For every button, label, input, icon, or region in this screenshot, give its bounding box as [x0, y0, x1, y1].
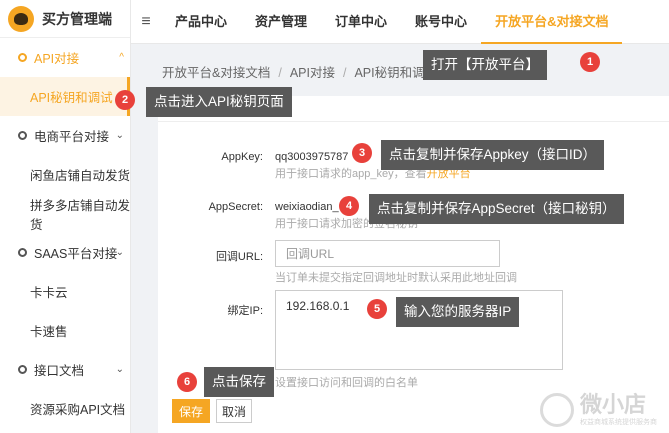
sidebar-item-label: 接口文档 [34, 364, 85, 378]
bind-ip-label: 绑定IP: [227, 305, 263, 317]
step-badge-2: 2 [115, 90, 135, 110]
breadcrumb-item[interactable]: 开放平台&对接文档 [162, 66, 270, 80]
appkey-value[interactable]: qq3003975787 [275, 151, 348, 163]
sidebar-item-api[interactable]: API对接 ^ [0, 38, 130, 77]
chevron-down-icon: ⌄ [115, 130, 124, 141]
sidebar-item-label: 卡速售 [30, 325, 68, 339]
breadcrumb-separator: / [278, 66, 282, 80]
sidebar-item-pinduoduo[interactable]: 拼多多店铺自动发货 [0, 194, 130, 233]
sidebar-item-label: API对接 [34, 52, 80, 66]
sidebar-item-api-key[interactable]: API秘钥和调试 [0, 77, 130, 116]
watermark-subtitle: 权益商城系统提供服务商 [580, 419, 657, 426]
tab-products[interactable]: 产品中心 [161, 0, 241, 44]
watermark-logo-icon [540, 393, 574, 427]
sidebar: 买方管理端 API对接 ^ API秘钥和调试 电商平台对接 ⌄ 闲鱼店铺自动发货… [0, 0, 131, 433]
sidebar-item-label: 拼多多店铺自动发货 [30, 198, 131, 232]
target-icon [18, 131, 27, 140]
callback-url-label: 回调URL: [215, 251, 263, 263]
step-badge-4: 4 [339, 196, 359, 216]
sidebar-item-label: SAAS平台对接 [34, 247, 118, 261]
tab-assets[interactable]: 资产管理 [241, 0, 321, 44]
appkey-label: AppKey: [221, 151, 263, 163]
callback-url-input[interactable] [275, 240, 500, 267]
breadcrumb-item[interactable]: API对接 [290, 66, 335, 80]
sidebar-item-xianyu[interactable]: 闲鱼店铺自动发货 [0, 155, 130, 194]
callout-step-3: 点击复制并保存Appkey（接口ID） [381, 140, 605, 170]
callout-step-4: 点击复制并保存AppSecret（接口秘钥） [369, 194, 624, 224]
brand-logo-icon [8, 5, 34, 32]
target-icon [18, 53, 27, 62]
save-button[interactable]: 保存 [172, 399, 210, 423]
target-icon [18, 248, 27, 257]
sidebar-item-label: 资源采购API文档 [30, 403, 126, 417]
sidebar-item-api-doc[interactable]: 资源采购API文档 [0, 389, 130, 428]
sidebar-item-ecommerce[interactable]: 电商平台对接 ⌄ [0, 116, 130, 155]
sidebar-item-kasushou[interactable]: 卡速售 [0, 311, 130, 350]
callout-step-6: 点击保存 [204, 367, 274, 397]
sidebar-item-kakayun[interactable]: 卡卡云 [0, 272, 130, 311]
tab-open-platform[interactable]: 开放平台&对接文档 [481, 0, 623, 44]
step-badge-1: 1 [580, 52, 600, 72]
brand: 买方管理端 [0, 0, 130, 38]
callout-step-1: 打开【开放平台】 [423, 50, 547, 80]
chevron-down-icon: ⌄ [115, 247, 124, 258]
sidebar-item-label: 闲鱼店铺自动发货 [30, 169, 131, 183]
sidebar-item-label: API秘钥和调试 [30, 91, 113, 105]
sidebar-item-label: 卡卡云 [30, 286, 68, 300]
sidebar-item-docs[interactable]: 接口文档 ⌄ [0, 350, 130, 389]
bind-ip-hint: 设置接口访问和回调的白名单 [275, 377, 418, 389]
appsecret-label: AppSecret: [208, 201, 263, 213]
appsecret-value[interactable]: weixiaodian_ [275, 201, 339, 213]
step-badge-5: 5 [367, 299, 387, 319]
chevron-down-icon: ⌄ [115, 364, 124, 375]
step-badge-3: 3 [352, 143, 372, 163]
watermark: 微小店 权益商城系统提供服务商 [540, 393, 657, 427]
breadcrumb-separator: / [342, 66, 347, 80]
brand-name: 买方管理端 [42, 10, 112, 27]
watermark-title: 微小店 [580, 392, 647, 417]
callout-step-5: 输入您的服务器IP [396, 297, 520, 327]
callback-url-hint: 当订单未提交指定回调地址时默认采用此地址回调 [275, 272, 517, 284]
sidebar-item-label: 电商平台对接 [34, 130, 110, 144]
sidebar-item-saas[interactable]: SAAS平台对接 ⌄ [0, 233, 130, 272]
topbar: ≡ 产品中心 资产管理 订单中心 账号中心 开放平台&对接文档 [131, 0, 669, 44]
cancel-button[interactable]: 取消 [216, 399, 252, 423]
target-icon [18, 365, 27, 374]
tab-orders[interactable]: 订单中心 [321, 0, 401, 44]
tab-account[interactable]: 账号中心 [401, 0, 481, 44]
menu-icon[interactable]: ≡ [131, 13, 161, 31]
step-badge-6: 6 [177, 372, 197, 392]
chevron-up-icon: ^ [119, 52, 124, 63]
callout-step-2: 点击进入API秘钥页面 [146, 87, 292, 117]
